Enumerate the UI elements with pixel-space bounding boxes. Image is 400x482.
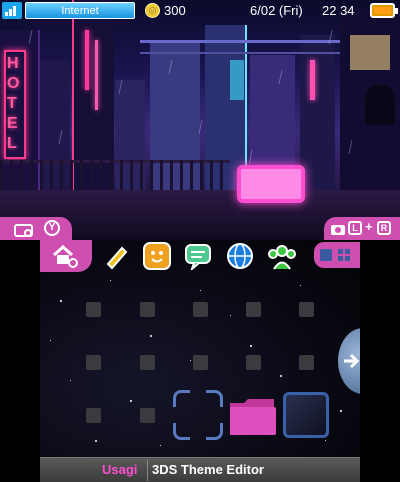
- selection-cursor[interactable]: [173, 390, 223, 440]
- arrow-right-icon: [344, 353, 360, 369]
- scroll-right-button[interactable]: [338, 328, 360, 394]
- battery-icon: [370, 3, 398, 18]
- folder-icon[interactable]: [228, 395, 278, 437]
- time-display: 22 34: [322, 3, 355, 18]
- globe-icon: [227, 243, 253, 269]
- internet-status: Internet: [25, 2, 135, 19]
- notes-app-icon[interactable]: [102, 242, 130, 270]
- y-button-icon: Y: [44, 220, 60, 236]
- empty-slot[interactable]: [246, 302, 261, 317]
- empty-slot[interactable]: [193, 302, 208, 317]
- internet-browser-app-icon[interactable]: [226, 242, 254, 270]
- r-button-icon: R: [377, 221, 391, 235]
- pencil-icon: [106, 246, 128, 270]
- notifications-app-icon[interactable]: [184, 242, 212, 273]
- empty-slot[interactable]: [86, 355, 101, 370]
- divider: [147, 460, 148, 481]
- camera-shortcut-tab[interactable]: Y: [0, 217, 72, 240]
- l-button-label: L: [352, 223, 358, 233]
- 3ds-home-menu: HOTEL Internet ◎ 300 6/02 (Fri) 22 34 Y …: [0, 0, 400, 482]
- empty-slot[interactable]: [140, 355, 155, 370]
- right-bezel: [360, 240, 400, 482]
- play-coin-count: 300: [164, 3, 186, 18]
- empty-slot[interactable]: [193, 355, 208, 370]
- list-view-icon[interactable]: [320, 249, 332, 261]
- empty-slot[interactable]: [299, 355, 314, 370]
- grid-view-icon[interactable]: [338, 249, 350, 261]
- screenshot-shortcut-tab[interactable]: L + R: [324, 217, 400, 240]
- theme-info-bar: Usagi 3DS Theme Editor: [40, 457, 360, 482]
- empty-slot[interactable]: [246, 355, 261, 370]
- empty-slot[interactable]: [86, 408, 101, 423]
- bottom-screen: Usagi 3DS Theme Editor: [40, 240, 360, 482]
- play-coin-icon: ◎: [145, 3, 160, 18]
- home-settings-icon: [53, 244, 78, 268]
- people-icon: [268, 245, 296, 270]
- miiverse-app-icon[interactable]: [267, 242, 296, 270]
- date-display: 6/02 (Fri): [250, 3, 303, 18]
- theme-author: Usagi: [102, 462, 138, 477]
- home-settings-button[interactable]: [40, 240, 92, 272]
- smile-face-icon: [151, 251, 163, 263]
- empty-slot[interactable]: [86, 302, 101, 317]
- r-button-label: R: [380, 223, 388, 233]
- friend-list-app-icon[interactable]: [143, 242, 171, 270]
- y-button-label: Y: [48, 222, 56, 233]
- empty-slot[interactable]: [299, 302, 314, 317]
- software-icon[interactable]: [283, 392, 329, 438]
- camera-icon: [14, 224, 33, 237]
- view-mode-toggle[interactable]: [314, 242, 360, 268]
- empty-slot[interactable]: [140, 408, 155, 423]
- status-bar: Internet ◎ 300 6/02 (Fri) 22 34: [0, 0, 400, 22]
- hotel-neon-sign: HOTEL: [7, 55, 20, 152]
- empty-slot[interactable]: [140, 302, 155, 317]
- left-bezel: [0, 240, 40, 482]
- theme-title: 3DS Theme Editor: [152, 462, 264, 477]
- plus-sign: +: [365, 219, 373, 234]
- l-button-icon: L: [348, 221, 362, 235]
- camera-icon: [331, 225, 345, 235]
- top-screen: HOTEL Internet ◎ 300 6/02 (Fri) 22 34 Y …: [0, 0, 400, 240]
- speech-bubble-icon: [185, 244, 211, 273]
- wifi-signal-icon: [2, 2, 22, 19]
